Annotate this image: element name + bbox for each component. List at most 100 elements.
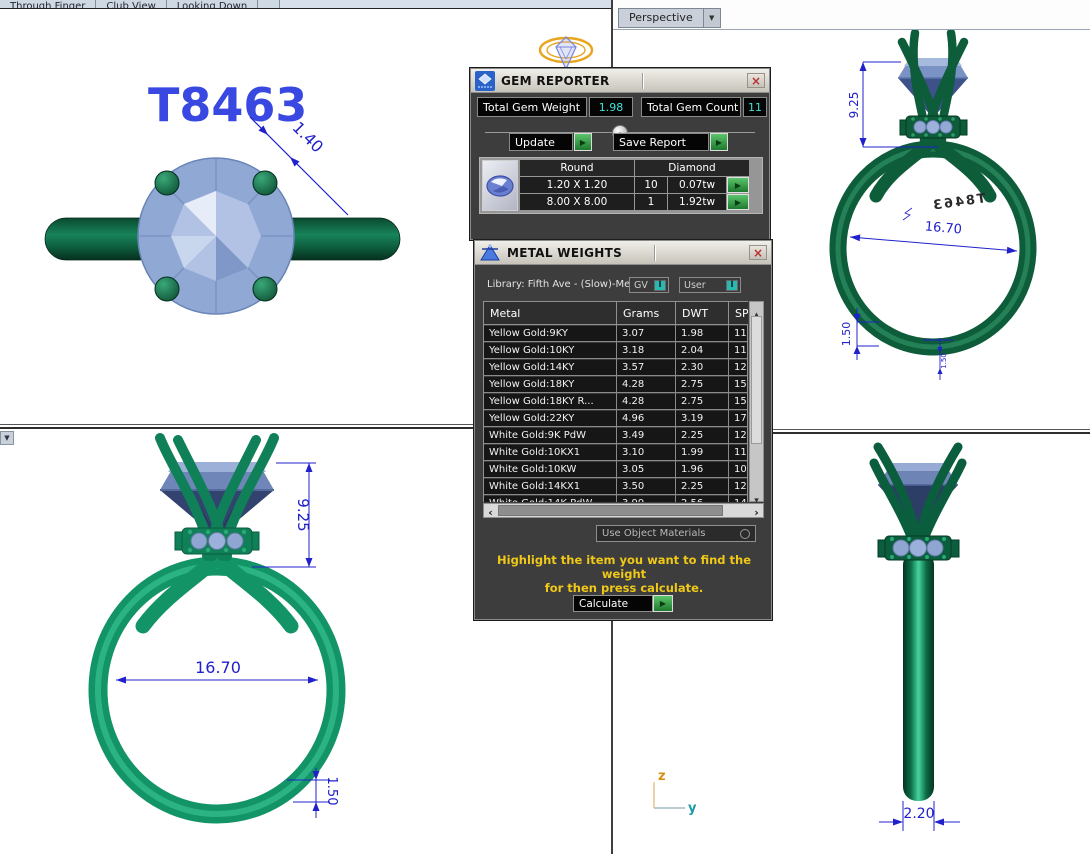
use-object-materials-radio[interactable] (740, 529, 750, 539)
dimension-shank-width: 2.20 (879, 801, 960, 831)
metal-cell: 1.96 (676, 461, 728, 477)
gem-row-weight[interactable]: 0.07tw (668, 177, 726, 193)
metal-cell: 2.75 (676, 393, 728, 409)
metal-weights-titlebar[interactable]: METAL WEIGHTS (475, 241, 771, 265)
gv-toggle-button[interactable]: GV I (629, 277, 669, 293)
gem-row-go-button[interactable] (727, 177, 749, 193)
metal-row[interactable]: Yellow Gold:22KY4.963.1917.89 (484, 410, 747, 426)
bottom-left-viewport-title-stub[interactable] (0, 431, 14, 445)
metal-row[interactable]: White Gold:14K PdW3.992.5614.37 (484, 495, 747, 502)
metal-cell: 3.18 (617, 342, 675, 358)
gem-type-header: Diamond (635, 160, 749, 176)
tab-looking-down[interactable]: Looking Down (167, 0, 258, 8)
hint-line-2: for then press calculate. (479, 581, 769, 595)
metal-cell: 2.30 (676, 359, 728, 375)
svg-text:1.50: 1.50 (940, 353, 948, 369)
metal-table-header: Metal Grams DWT SPG (483, 301, 748, 325)
metal-row[interactable]: White Gold:9K PdW3.492.2512.59 (484, 427, 747, 443)
save-report-button[interactable]: Save Report (613, 133, 709, 151)
metal-weights-close-button[interactable] (749, 245, 767, 260)
axis-gizmo: z y (654, 769, 697, 816)
col-dwt: DWT (676, 302, 728, 324)
metal-weights-title: METAL WEIGHTS (507, 246, 622, 260)
metal-row[interactable]: White Gold:10KW3.051.9610.99 (484, 461, 747, 477)
metal-cell: 11.18 (729, 444, 748, 460)
scroll-down-icon[interactable] (750, 488, 763, 501)
total-gem-count-value: 11 (743, 97, 767, 117)
gem-row-size[interactable]: 8.00 X 8.00 (520, 194, 634, 210)
gem-reporter-titlebar[interactable]: GEM REPORTER (471, 69, 769, 93)
metal-row[interactable]: Yellow Gold:10KY3.182.0411.45 (484, 342, 747, 358)
total-gem-weight-label: Total Gem Weight (477, 97, 587, 117)
ring-side-view (903, 551, 934, 801)
hint-line-1: Highlight the item you want to find the … (479, 553, 769, 581)
perspective-viewport-header: Perspective (613, 0, 1090, 30)
update-go-button[interactable] (574, 133, 592, 151)
calculate-hint-text: Highlight the item you want to find the … (479, 553, 769, 595)
metal-row[interactable]: Yellow Gold:14KY3.572.3012.88 (484, 359, 747, 375)
svg-text:9.25: 9.25 (294, 498, 312, 531)
viewport-selector-label: Perspective (619, 9, 703, 27)
metal-cell: 3.49 (617, 427, 675, 443)
total-gem-weight-value: 1.98 (589, 97, 633, 117)
tab-through-finger[interactable]: Through Finger (0, 0, 96, 8)
gem-row-count[interactable]: 1 (635, 194, 667, 210)
metal-cell: 1.98 (676, 325, 728, 341)
user-toggle-label: User (684, 280, 706, 291)
metal-cell: Yellow Gold:14KY (484, 359, 616, 375)
calculate-button[interactable]: Calculate (573, 595, 653, 612)
metal-cell: Yellow Gold:10KY (484, 342, 616, 358)
metal-cell: White Gold:14K PdW (484, 495, 616, 502)
scroll-right-icon[interactable] (750, 501, 763, 520)
user-toggle-button[interactable]: User I (679, 277, 741, 293)
gem-row-go-button[interactable] (727, 194, 749, 210)
metal-row[interactable]: Yellow Gold:18KY4.282.7515.41 (484, 376, 747, 392)
gem-row-size[interactable]: 1.20 X 1.20 (520, 177, 634, 193)
metal-cell: 2.04 (676, 342, 728, 358)
col-metal: Metal (484, 302, 616, 324)
metal-cell: 10.99 (729, 461, 748, 477)
save-report-go-button[interactable] (710, 133, 728, 151)
vertical-scrollbar[interactable] (749, 301, 764, 502)
scroll-up-icon[interactable] (750, 302, 763, 315)
viewport-tab-bar: Through Finger Club View Looking Down (0, 0, 611, 9)
calculate-go-button[interactable] (653, 595, 673, 612)
metal-cell: Yellow Gold:18KY R... (484, 393, 616, 409)
tab-stub[interactable] (258, 0, 280, 8)
viewport-selector-dropdown[interactable]: Perspective (618, 8, 721, 28)
scrollbar-thumb[interactable] (751, 316, 762, 444)
metal-row[interactable]: White Gold:14KX13.502.2512.63 (484, 478, 747, 494)
metal-cell: 3.07 (617, 325, 675, 341)
metal-row[interactable]: Yellow Gold:9KY3.071.9811.08 (484, 325, 747, 341)
gem-reporter-close-button[interactable] (747, 73, 765, 88)
metal-cell: White Gold:10KW (484, 461, 616, 477)
scroll-left-icon[interactable] (484, 501, 497, 520)
metal-row[interactable]: White Gold:10KX13.101.9911.18 (484, 444, 747, 460)
metal-cell: 4.96 (617, 410, 675, 426)
perspective-mini-ring (540, 37, 592, 69)
metal-cell: Yellow Gold:22KY (484, 410, 616, 426)
metal-table-body: Yellow Gold:9KY3.071.9811.08Yellow Gold:… (483, 325, 748, 502)
use-object-materials-toggle[interactable]: Use Object Materials (596, 525, 756, 542)
metal-cell: 12.88 (729, 359, 748, 375)
app-screen: Through Finger Club View Looking Down Pe… (0, 0, 1090, 854)
metal-cell: 3.50 (617, 478, 675, 494)
hscrollbar-thumb[interactable] (498, 505, 723, 516)
accent-stone-collar-side (878, 536, 959, 560)
update-button[interactable]: Update (509, 133, 573, 151)
gv-toggle-indicator: I (654, 280, 666, 291)
metal-row[interactable]: Yellow Gold:18KY R...4.282.7515.41 (484, 393, 747, 409)
titlebar-separator (654, 245, 655, 261)
chevron-down-icon[interactable] (703, 9, 720, 27)
gem-row-count[interactable]: 10 (635, 177, 667, 193)
gem-row-weight[interactable]: 1.92tw (668, 194, 726, 210)
metal-cell: 3.10 (617, 444, 675, 460)
metal-cell: 2.56 (676, 495, 728, 502)
tab-club-view[interactable]: Club View (96, 0, 166, 8)
metal-cell: 15.41 (729, 393, 748, 409)
accent-stone-collar-large (175, 528, 259, 554)
metal-weights-icon (479, 243, 501, 263)
horizontal-scrollbar[interactable] (483, 503, 764, 518)
metal-cell: 2.25 (676, 427, 728, 443)
ring-front-view-large (98, 558, 336, 814)
